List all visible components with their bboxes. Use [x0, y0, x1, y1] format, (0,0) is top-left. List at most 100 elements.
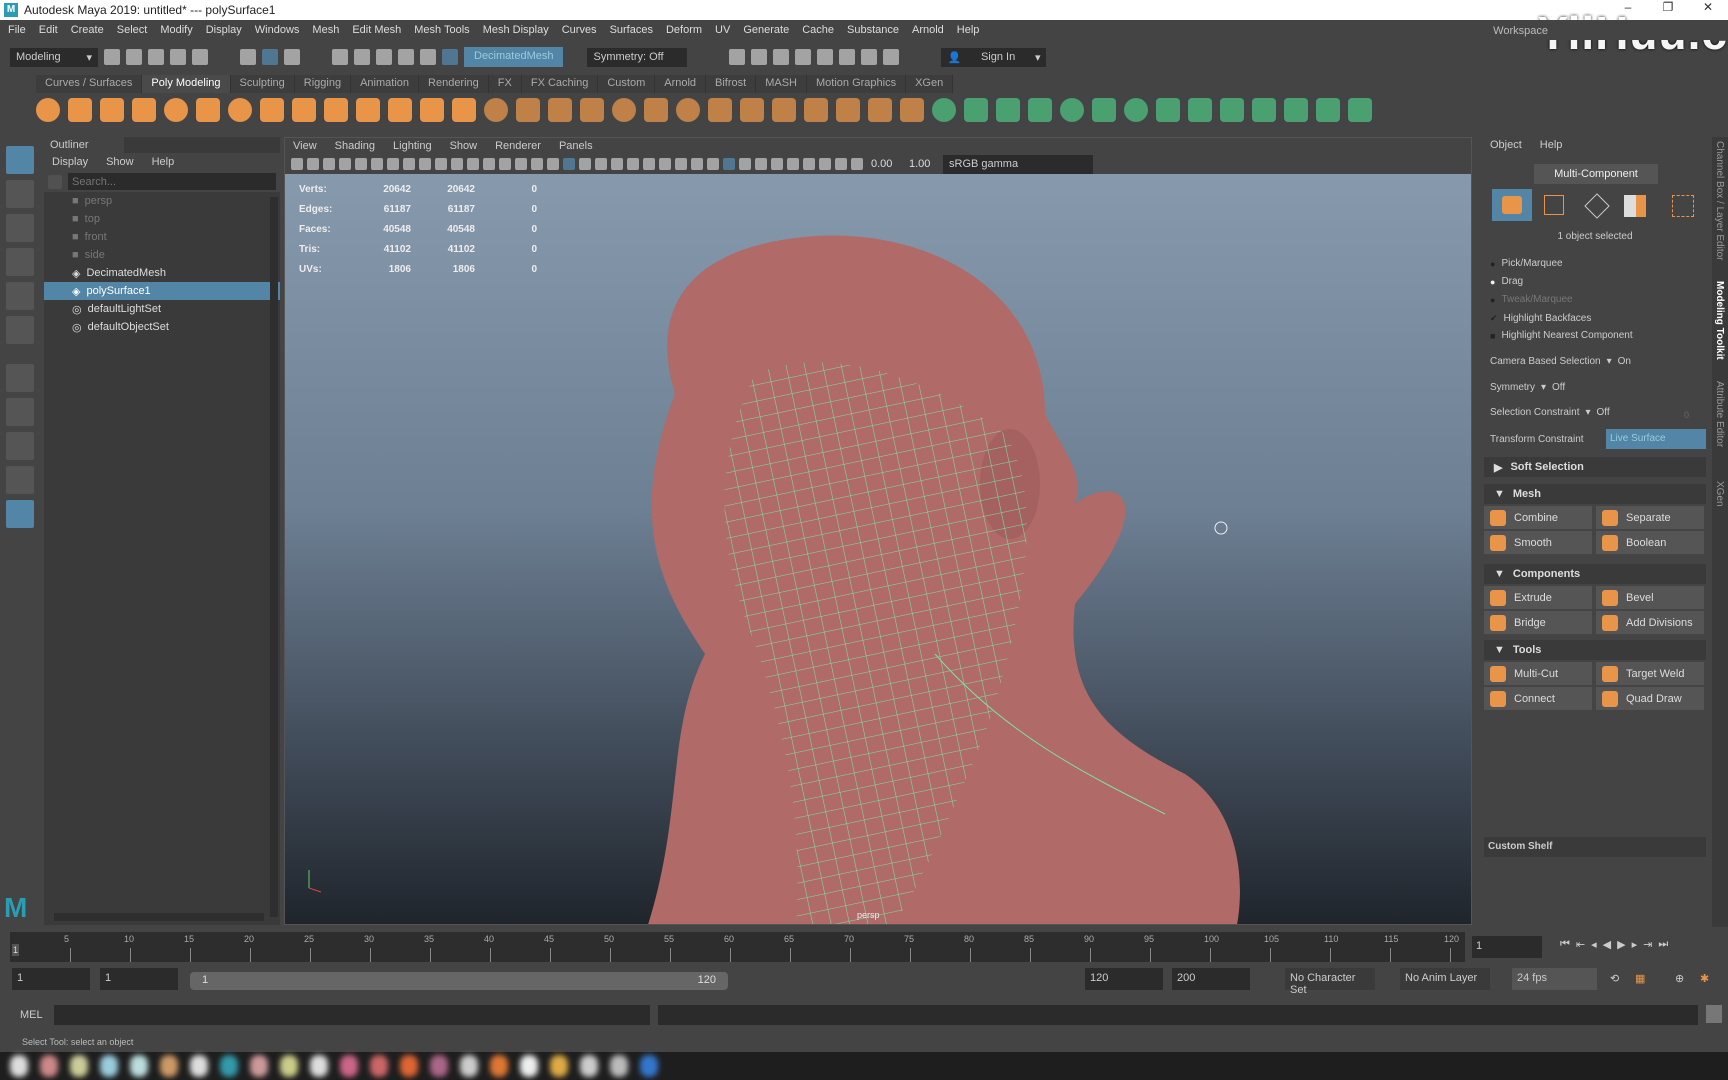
- shelf-cylinder-icon[interactable]: [996, 98, 1020, 122]
- pause-icon[interactable]: [883, 49, 900, 65]
- panel-tool-icon[interactable]: [707, 158, 719, 170]
- shelf-extrude-icon[interactable]: [1348, 98, 1372, 122]
- highlight-backfaces-checkbox[interactable]: ✔ Highlight Backfaces: [1490, 313, 1591, 324]
- loop-icon[interactable]: ⟲: [1610, 972, 1619, 985]
- shelf-cone-icon[interactable]: [1028, 98, 1052, 122]
- taskbar-app-icon[interactable]: [10, 1055, 28, 1077]
- menu-file[interactable]: File: [8, 24, 26, 36]
- shelf-torus-icon[interactable]: [1060, 98, 1084, 122]
- shelf-tab-motion-graphics[interactable]: Motion Graphics: [807, 75, 907, 93]
- persp-outliner-layout-icon[interactable]: [6, 466, 34, 494]
- shelf-tab-custom[interactable]: Custom: [598, 75, 656, 93]
- shelf-tab-fx-caching[interactable]: FX Caching: [521, 75, 599, 93]
- time-slider[interactable]: 5 10 15 20 25 30 35 40 45 50 55 60 65 70 75 80 85 90 95 100…: [10, 932, 1465, 962]
- edge-mode-icon[interactable]: [1584, 193, 1610, 219]
- panel-tool-icon[interactable]: [339, 158, 351, 170]
- shelf-tab-curves-surfaces[interactable]: Curves / Surfaces: [36, 75, 143, 93]
- scale-tool-icon[interactable]: [6, 316, 34, 344]
- shelf-platonic-icon[interactable]: [1156, 98, 1180, 122]
- select-hierarchy-icon[interactable]: [240, 49, 256, 65]
- select-object-icon[interactable]: [262, 49, 278, 65]
- transform-constraint-dropdown[interactable]: Live Surface: [1606, 429, 1706, 449]
- symmetry-dropdown[interactable]: Symmetry: Off: [587, 47, 688, 67]
- panel-menu-show[interactable]: Show: [450, 140, 478, 152]
- panel-tool-icon[interactable]: [307, 158, 319, 170]
- panel-tool-icon[interactable]: [851, 158, 863, 170]
- menu-deform[interactable]: Deform: [666, 24, 702, 36]
- shelf-plane-icon[interactable]: [196, 98, 220, 122]
- panel-tool-icon[interactable]: [499, 158, 511, 170]
- current-frame-field[interactable]: 1: [1472, 936, 1542, 958]
- character-set-dropdown[interactable]: No Character Set: [1285, 968, 1375, 996]
- outliner-item[interactable]: ■ side: [44, 246, 280, 264]
- outliner-item[interactable]: ■ persp: [44, 192, 280, 210]
- anim-layer-dropdown[interactable]: No Anim Layer: [1400, 968, 1490, 990]
- shelf-extrude-icon[interactable]: [452, 98, 476, 122]
- outliner-menu-show[interactable]: Show: [106, 156, 134, 168]
- panel-tool-icon[interactable]: [723, 158, 735, 170]
- panel-tool-icon[interactable]: [611, 158, 623, 170]
- side-tab[interactable]: Modeling Toolkit: [1714, 281, 1725, 360]
- live-object-field[interactable]: DecimatedMesh: [464, 47, 564, 67]
- shelf-mirror-icon[interactable]: [836, 98, 860, 122]
- make-live-icon[interactable]: [442, 49, 458, 65]
- panel-tool-icon[interactable]: [419, 158, 431, 170]
- shelf-torus-icon[interactable]: [612, 98, 636, 122]
- shelf-tab-rendering[interactable]: Rendering: [419, 75, 489, 93]
- range-bar[interactable]: 1 120: [190, 972, 728, 990]
- taskbar-app-icon[interactable]: [430, 1055, 448, 1077]
- shelf-cube-icon[interactable]: [964, 98, 988, 122]
- script-editor-icon[interactable]: [1706, 1005, 1722, 1023]
- menu-uv[interactable]: UV: [715, 24, 730, 36]
- panel-tool-icon[interactable]: [323, 158, 335, 170]
- shelf-cone-icon[interactable]: [580, 98, 604, 122]
- uv-mode-icon[interactable]: [1672, 195, 1694, 217]
- panel-tool-icon[interactable]: [787, 158, 799, 170]
- symmetry-dropdown[interactable]: Symmetry ▾ Off: [1490, 382, 1700, 393]
- taskbar-app-icon[interactable]: [190, 1055, 208, 1077]
- shelf-extrude-icon[interactable]: [900, 98, 924, 122]
- mesh-section[interactable]: ▼ Mesh: [1484, 484, 1706, 504]
- highlight-nearest-checkbox[interactable]: ■ Highlight Nearest Component: [1490, 330, 1633, 341]
- shelf-disc-icon[interactable]: [228, 98, 252, 122]
- panel-tool-icon[interactable]: [675, 158, 687, 170]
- menu-mesh[interactable]: Mesh: [312, 24, 339, 36]
- taskbar-app-icon[interactable]: [310, 1055, 328, 1077]
- panel-tool-icon[interactable]: [371, 158, 383, 170]
- multi-component-button[interactable]: Multi-Component: [1534, 164, 1658, 184]
- step-back-key-icon[interactable]: ⇤: [1576, 938, 1585, 951]
- menu-mesh-display[interactable]: Mesh Display: [483, 24, 549, 36]
- panel-tool-icon[interactable]: [531, 158, 543, 170]
- menu-generate[interactable]: Generate: [743, 24, 789, 36]
- panel-tool-icon[interactable]: [755, 158, 767, 170]
- taskbar-app-icon[interactable]: [370, 1055, 388, 1077]
- auto-key-icon[interactable]: ⊕: [1675, 972, 1684, 985]
- shelf-tab-animation[interactable]: Animation: [351, 75, 420, 93]
- taskbar-app-icon[interactable]: [610, 1055, 628, 1077]
- taskbar-app-icon[interactable]: [250, 1055, 268, 1077]
- menu-create[interactable]: Create: [71, 24, 104, 36]
- ipr-render-icon[interactable]: [773, 49, 790, 65]
- snap-view-icon[interactable]: [398, 49, 414, 65]
- shelf-sphere-icon[interactable]: [932, 98, 956, 122]
- play-backward-icon[interactable]: ◀: [1603, 938, 1611, 951]
- taskbar-app-icon[interactable]: [400, 1055, 418, 1077]
- menu-help[interactable]: Help: [957, 24, 980, 36]
- outliner-search-input[interactable]: [68, 173, 276, 190]
- separate-button[interactable]: Separate: [1596, 506, 1704, 529]
- panel-menu-panels[interactable]: Panels: [559, 140, 593, 152]
- panel-tool-icon[interactable]: [691, 158, 703, 170]
- panel-menu-shading[interactable]: Shading: [335, 140, 375, 152]
- playback-end-field[interactable]: 120: [1085, 968, 1163, 990]
- go-to-end-icon[interactable]: ⏭: [1658, 938, 1668, 951]
- shelf-cube-icon[interactable]: [516, 98, 540, 122]
- shelf-plane-icon[interactable]: [1092, 98, 1116, 122]
- snap-surface-icon[interactable]: [420, 49, 436, 65]
- select-component-icon[interactable]: [284, 49, 300, 65]
- light-editor-icon[interactable]: [861, 49, 878, 65]
- tweak-marquee-radio[interactable]: ● Tweak/Marquee: [1490, 294, 1573, 305]
- menu-surfaces[interactable]: Surfaces: [610, 24, 653, 36]
- menu-mesh-tools[interactable]: Mesh Tools: [414, 24, 469, 36]
- vertex-mode-icon[interactable]: [1544, 195, 1564, 215]
- exposure-field[interactable]: 0.00: [867, 158, 901, 170]
